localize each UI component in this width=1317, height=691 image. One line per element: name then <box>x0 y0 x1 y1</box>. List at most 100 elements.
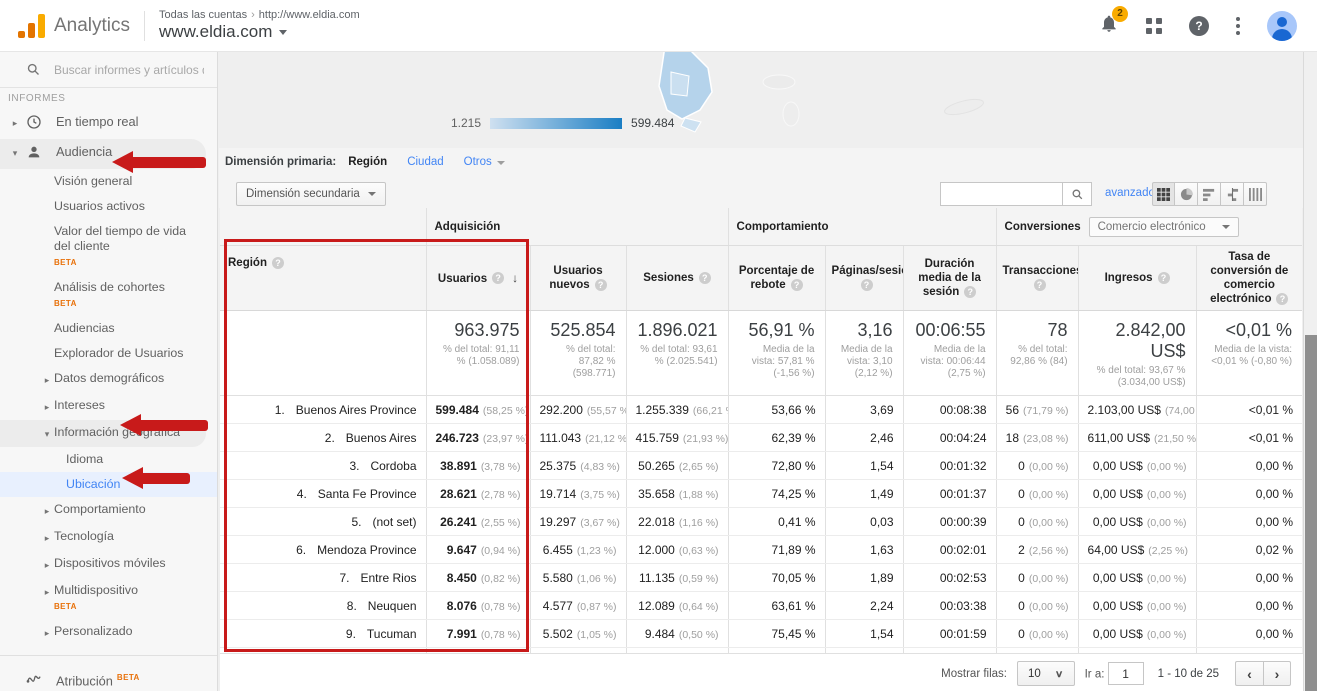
help-icon[interactable] <box>1158 272 1170 284</box>
sidebar-item-atribucion[interactable]: AtribuciónBETA <box>0 665 217 691</box>
column-header-usuarios-nuevos[interactable]: Usuarios nuevos <box>530 246 626 311</box>
next-page-button[interactable]: › <box>1263 661 1291 686</box>
chevron-right-icon[interactable]: ▸ <box>40 400 54 415</box>
breadcrumb[interactable]: Todas las cuentas›http://www.eldia.com <box>159 9 360 21</box>
column-header-transacciones[interactable]: Transacciones <box>996 246 1078 311</box>
help-icon[interactable] <box>1034 279 1046 291</box>
usuarios-cell: 38.891(3,78 %) <box>426 452 530 480</box>
breadcrumb-property[interactable]: http://www.eldia.com <box>259 9 360 21</box>
help-icon[interactable] <box>272 257 284 269</box>
chevron-right-icon[interactable]: ▸ <box>40 531 54 546</box>
chevron-down-icon[interactable]: ▾ <box>40 427 54 442</box>
help-icon[interactable] <box>964 286 976 298</box>
view-comparison-button[interactable] <box>1221 182 1244 206</box>
scrollbar-thumb[interactable] <box>1305 335 1317 691</box>
account-selector[interactable]: www.eldia.com <box>159 22 360 42</box>
view-pivot-button[interactable] <box>1244 182 1267 206</box>
sidebar-item-informacion-geografica[interactable]: ▾Información geográfica <box>0 420 206 447</box>
view-percentage-button[interactable] <box>1175 182 1198 206</box>
chevron-down-icon[interactable]: ▾ <box>8 146 22 161</box>
rows-per-page-select[interactable]: 10 ∨ <box>1017 661 1075 686</box>
column-header-tasa[interactable]: Tasa de conversión de comercio electróni… <box>1196 246 1302 311</box>
chevron-right-icon[interactable]: ▸ <box>40 504 54 519</box>
sidebar-item-personalizado[interactable]: ▸Personalizado <box>0 619 217 646</box>
chevron-right-icon[interactable]: ▸ <box>40 373 54 388</box>
region-cell[interactable]: 4.Santa Fe Province <box>220 480 426 508</box>
view-data-table-button[interactable] <box>1152 182 1175 206</box>
sidebar-item-valor-del-tiempo-de-vida-del-cliente[interactable]: Valor del tiempo de vida del clienteBETA <box>0 219 217 275</box>
notifications-button[interactable]: 2 <box>1099 13 1119 39</box>
notification-badge: 2 <box>1112 6 1128 22</box>
sidebar-item-dispositivos-moviles[interactable]: ▸Dispositivos móviles <box>0 551 217 578</box>
region-cell[interactable]: 2.Buenos Aires <box>220 424 426 452</box>
help-icon[interactable] <box>1276 293 1288 305</box>
region-cell[interactable]: 7.Entre Rios <box>220 564 426 592</box>
column-header-region[interactable]: Región <box>220 246 426 311</box>
sidebar-item-datos-demograficos[interactable]: ▸Datos demográficos <box>0 366 217 393</box>
sesiones-cell: 9.484(0,50 %) <box>626 620 728 648</box>
sidebar-item-analisis-de-cohortes[interactable]: Análisis de cohortesBETA <box>0 275 217 316</box>
sidebar-item-label: Comportamiento <box>54 502 146 517</box>
chevron-right-icon[interactable]: ▸ <box>40 626 54 641</box>
table-pagination: Mostrar filas: 10 ∨ Ir a: 1 - 10 de 25 ‹… <box>220 653 1303 691</box>
ingresos-cell: 0,00 US$(0,00 %) <box>1078 564 1196 592</box>
sidebar-item-vision-general[interactable]: Visión general <box>0 169 217 194</box>
dimension-region-selected[interactable]: Región <box>348 156 387 168</box>
sidebar-item-audiencia[interactable]: ▾Audiencia <box>0 139 206 169</box>
column-header-ingresos[interactable]: Ingresos <box>1078 246 1196 311</box>
region-cell[interactable]: 1.Buenos Aires Province <box>220 396 426 424</box>
region-cell[interactable]: 3.Cordoba <box>220 452 426 480</box>
sidebar-item-multidispositivo[interactable]: ▸MultidispositivoBETA <box>0 578 217 619</box>
sidebar-item-tecnologia[interactable]: ▸Tecnología <box>0 524 217 551</box>
help-icon[interactable] <box>492 272 504 284</box>
goto-page-input[interactable] <box>1108 662 1144 685</box>
chevron-right-icon[interactable]: ▸ <box>40 585 54 600</box>
sidebar-item-comportamiento[interactable]: ▸Comportamiento <box>0 497 217 524</box>
search-input[interactable] <box>54 63 204 77</box>
view-performance-button[interactable] <box>1198 182 1221 206</box>
region-cell[interactable]: 8.Neuquen <box>220 592 426 620</box>
column-header-usuarios[interactable]: Usuarios↓ <box>426 246 530 311</box>
region-cell[interactable]: 5.(not set) <box>220 508 426 536</box>
sidebar-item-idioma[interactable]: Idioma <box>0 447 217 472</box>
sidebar-item-intereses[interactable]: ▸Intereses <box>0 393 217 420</box>
column-header-rebote[interactable]: Porcentaje de rebote <box>728 246 825 311</box>
chevron-right-icon[interactable]: ▸ <box>8 116 22 131</box>
region-cell[interactable]: 6.Mendoza Province <box>220 536 426 564</box>
help-icon[interactable] <box>791 279 803 291</box>
help-icon[interactable] <box>595 279 607 291</box>
region-cell[interactable]: 9.Tucuman <box>220 620 426 648</box>
help-icon[interactable] <box>699 272 711 284</box>
secondary-dimension-button[interactable]: Dimensión secundaria <box>236 182 386 206</box>
sidebar-item-en-tiempo-real[interactable]: ▸En tiempo real <box>0 109 217 139</box>
prev-page-button[interactable]: ‹ <box>1235 661 1263 686</box>
transacciones-cell: 2(2,56 %) <box>996 536 1078 564</box>
table-search-input[interactable] <box>940 182 1062 206</box>
sidebar-item-ubicacion[interactable]: Ubicación <box>0 472 217 497</box>
apps-grid-icon[interactable] <box>1146 18 1162 34</box>
user-avatar[interactable] <box>1267 11 1297 41</box>
help-icon[interactable]: ? <box>1189 16 1209 36</box>
chevron-right-icon[interactable]: ▸ <box>40 558 54 573</box>
duracion-summary-cell: 00:06:55Media de la vista: 00:06:44 (2,7… <box>903 311 996 396</box>
analytics-logo-icon[interactable] <box>18 14 45 38</box>
table-search-button[interactable] <box>1062 182 1092 206</box>
advanced-filter-link[interactable]: avanzado <box>1105 187 1155 199</box>
help-icon[interactable] <box>861 279 873 291</box>
dimension-city-link[interactable]: Ciudad <box>407 156 443 168</box>
nuevos-cell: 292.200(55,57 %) <box>530 396 626 424</box>
sidebar-search[interactable] <box>0 52 217 88</box>
sidebar-item-usuarios-activos[interactable]: Usuarios activos <box>0 194 217 219</box>
sidebar-item-audiencias[interactable]: Audiencias <box>0 316 217 341</box>
more-options-icon[interactable] <box>1236 17 1240 35</box>
group-conversions: Conversiones Comercio electrónico <box>996 208 1302 246</box>
column-header-sesiones[interactable]: Sesiones <box>626 246 728 311</box>
column-header-duracion[interactable]: Duración media de la sesión <box>903 246 996 311</box>
column-header-paginas[interactable]: Páginas/sesión <box>825 246 903 311</box>
dimension-other-link[interactable]: Otros <box>464 156 505 168</box>
sort-descending-icon[interactable]: ↓ <box>512 271 518 285</box>
conversions-type-select[interactable]: Comercio electrónico <box>1089 217 1239 237</box>
duracion-cell: 00:01:59 <box>903 620 996 648</box>
breadcrumb-accounts[interactable]: Todas las cuentas <box>159 9 247 21</box>
sidebar-item-explorador-de-usuarios[interactable]: Explorador de Usuarios <box>0 341 217 366</box>
